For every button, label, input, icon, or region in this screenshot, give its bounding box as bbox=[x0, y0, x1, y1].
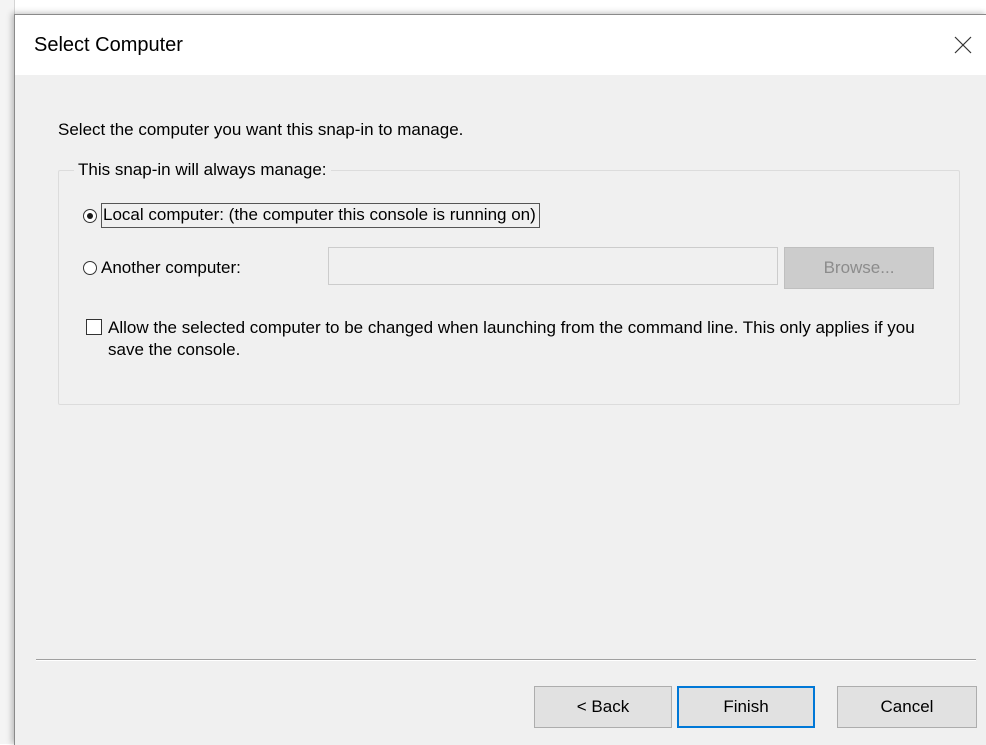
back-button[interactable]: < Back bbox=[534, 686, 672, 728]
local-computer-radio[interactable] bbox=[83, 208, 97, 223]
local-computer-option[interactable]: Local computer: (the computer this conso… bbox=[83, 203, 540, 228]
finish-button[interactable]: Finish bbox=[677, 686, 815, 728]
local-computer-label: Local computer: (the computer this conso… bbox=[101, 203, 540, 228]
footer-separator bbox=[36, 659, 976, 661]
cancel-button[interactable]: Cancel bbox=[837, 686, 977, 728]
title-bar: Select Computer bbox=[15, 15, 986, 75]
allow-change-option[interactable]: Allow the selected computer to be change… bbox=[86, 317, 928, 361]
select-computer-dialog: Select Computer Select the computer you … bbox=[14, 14, 986, 745]
dialog-title: Select Computer bbox=[34, 34, 183, 56]
close-icon bbox=[954, 36, 972, 54]
allow-change-label: Allow the selected computer to be change… bbox=[108, 318, 915, 359]
background-window-edge bbox=[0, 0, 15, 744]
another-computer-radio[interactable] bbox=[83, 261, 97, 275]
another-computer-option[interactable]: Another computer: bbox=[83, 258, 241, 278]
instruction-text: Select the computer you want this snap-i… bbox=[58, 120, 464, 139]
groupbox-label: This snap-in will always manage: bbox=[74, 160, 331, 180]
allow-change-checkbox[interactable] bbox=[86, 319, 102, 335]
close-button[interactable] bbox=[939, 15, 986, 75]
another-computer-label: Another computer: bbox=[101, 258, 241, 277]
browse-button[interactable]: Browse... bbox=[784, 247, 934, 289]
another-computer-input[interactable] bbox=[328, 247, 778, 285]
